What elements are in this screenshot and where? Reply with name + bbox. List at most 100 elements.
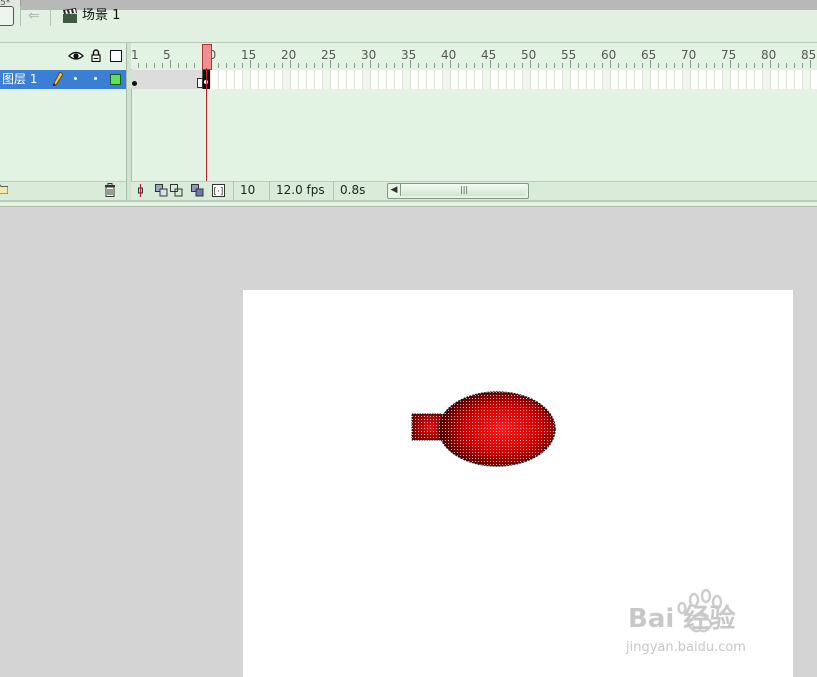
frame-cell[interactable] (739, 70, 747, 89)
frame-cell[interactable] (803, 70, 811, 89)
frame-cell[interactable] (755, 70, 763, 89)
frame-cell[interactable] (219, 70, 227, 89)
frame-cell[interactable] (675, 70, 683, 89)
frame-cell[interactable] (243, 70, 251, 89)
tween-span[interactable] (131, 70, 203, 89)
layer-outline-color[interactable] (110, 74, 121, 85)
balloon-shape[interactable] (405, 388, 561, 472)
frame-cell[interactable] (355, 70, 363, 89)
frame-cell[interactable] (299, 70, 307, 89)
frame-cell[interactable] (419, 70, 427, 89)
frame-cell[interactable] (363, 70, 371, 89)
frame-cell[interactable] (395, 70, 403, 89)
frame-cell[interactable] (211, 70, 219, 89)
frame-cell[interactable] (467, 70, 475, 89)
frame-cell[interactable] (619, 70, 627, 89)
frame-cell[interactable] (659, 70, 667, 89)
scroll-left-arrow-icon[interactable]: ◀ (388, 184, 401, 196)
frame-cell[interactable] (691, 70, 699, 89)
frame-cell[interactable] (555, 70, 563, 89)
frame-cell[interactable] (515, 70, 523, 89)
frame-cell[interactable] (483, 70, 491, 89)
frame-cell[interactable] (779, 70, 787, 89)
visibility-dot[interactable] (74, 77, 77, 80)
frame-cell[interactable] (587, 70, 595, 89)
modify-onion-markers-icon[interactable]: [·] (212, 184, 225, 197)
frame-cell[interactable] (251, 70, 259, 89)
frames-row[interactable] (131, 70, 817, 89)
frame-cell[interactable] (267, 70, 275, 89)
eye-icon[interactable] (68, 50, 84, 62)
frame-cell[interactable] (435, 70, 443, 89)
frame-cell[interactable] (787, 70, 795, 89)
frame-cell[interactable] (403, 70, 411, 89)
frame-cell[interactable] (563, 70, 571, 89)
frame-cell[interactable] (331, 70, 339, 89)
frame-ruler[interactable]: 1510152025303540455055606570758085 (131, 43, 817, 69)
timeline-toggle-button[interactable] (0, 6, 14, 26)
scene-label[interactable]: 场景 1 (82, 8, 120, 24)
frame-cell[interactable] (731, 70, 739, 89)
folder-icon[interactable] (0, 184, 8, 194)
frame-cell[interactable] (547, 70, 555, 89)
frame-cell[interactable] (339, 70, 347, 89)
frame-cell[interactable] (747, 70, 755, 89)
outline-icon[interactable] (110, 50, 122, 62)
onion-skin-icon[interactable] (155, 184, 168, 197)
frame-cell[interactable] (379, 70, 387, 89)
frame-cell[interactable] (491, 70, 499, 89)
frame-cell[interactable] (531, 70, 539, 89)
frame-cell[interactable] (259, 70, 267, 89)
frame-cell[interactable] (627, 70, 635, 89)
frame-cell[interactable] (507, 70, 515, 89)
frame-cell[interactable] (651, 70, 659, 89)
frame-rate-field[interactable]: 12.0 fps (269, 181, 336, 200)
frame-cell[interactable] (707, 70, 715, 89)
frame-cell[interactable] (451, 70, 459, 89)
frame-cell[interactable] (523, 70, 531, 89)
frame-cell[interactable] (635, 70, 643, 89)
frame-cell[interactable] (371, 70, 379, 89)
layer-name[interactable]: 图层 1 (2, 71, 37, 88)
frame-cell[interactable] (443, 70, 451, 89)
frame-cell[interactable] (699, 70, 707, 89)
center-frame-icon[interactable] (134, 184, 147, 197)
lock-icon[interactable] (91, 49, 101, 62)
frame-cell[interactable] (427, 70, 435, 89)
frame-cell[interactable] (643, 70, 651, 89)
frame-cell[interactable] (539, 70, 547, 89)
playhead[interactable] (202, 44, 212, 70)
frame-cell[interactable] (227, 70, 235, 89)
frame-cell[interactable] (811, 70, 817, 89)
frame-cell[interactable] (275, 70, 283, 89)
frame-cell[interactable] (235, 70, 243, 89)
frame-cell[interactable] (603, 70, 611, 89)
edit-multiple-frames-icon[interactable] (191, 184, 204, 197)
frame-cell[interactable] (611, 70, 619, 89)
frame-cell[interactable] (347, 70, 355, 89)
frame-cell[interactable] (411, 70, 419, 89)
onion-skin-outlines-icon[interactable] (170, 184, 183, 197)
keyframe-start[interactable] (132, 81, 137, 86)
frame-cell[interactable] (771, 70, 779, 89)
frame-cell[interactable] (323, 70, 331, 89)
frame-cell[interactable] (283, 70, 291, 89)
frame-cell[interactable] (571, 70, 579, 89)
frame-cell[interactable] (715, 70, 723, 89)
frame-cell[interactable] (763, 70, 771, 89)
frame-cell[interactable] (723, 70, 731, 89)
lock-dot[interactable] (94, 77, 97, 80)
frame-cell[interactable] (307, 70, 315, 89)
frame-cell[interactable] (795, 70, 803, 89)
frame-cell[interactable] (595, 70, 603, 89)
frame-cell[interactable] (475, 70, 483, 89)
frame-cell[interactable] (315, 70, 323, 89)
back-arrow-icon[interactable]: ⇐ (26, 8, 42, 24)
frame-cell[interactable] (667, 70, 675, 89)
frame-cell[interactable] (291, 70, 299, 89)
frame-cell[interactable] (683, 70, 691, 89)
frame-cell[interactable] (499, 70, 507, 89)
frame-cell[interactable] (387, 70, 395, 89)
frame-cell[interactable] (459, 70, 467, 89)
trash-icon[interactable] (104, 183, 116, 197)
